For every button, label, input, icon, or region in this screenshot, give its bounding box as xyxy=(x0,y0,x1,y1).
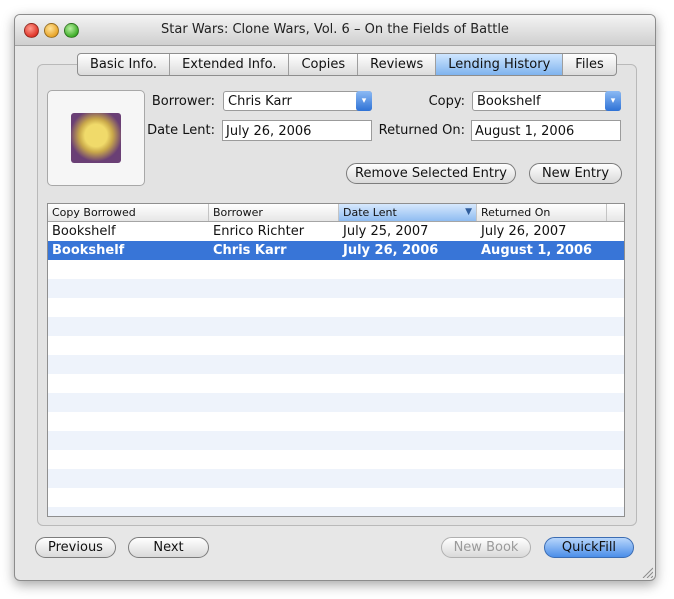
empty-row xyxy=(48,412,624,431)
cell-copy-borrowed: Bookshelf xyxy=(52,243,125,258)
table-header: Copy Borrowed Borrower Date Lent ▼ Retur… xyxy=(48,204,624,222)
previous-button[interactable]: Previous xyxy=(35,537,116,558)
date-lent-label: Date Lent: xyxy=(147,123,215,138)
tab-lending-history[interactable]: Lending History xyxy=(435,54,563,75)
resize-grip-icon[interactable] xyxy=(641,566,653,578)
cell-date-lent: July 26, 2006 xyxy=(343,243,439,258)
borrower-value: Chris Karr xyxy=(228,94,292,109)
empty-row xyxy=(48,298,624,317)
tab-reviews[interactable]: Reviews xyxy=(357,54,435,75)
lending-history-table[interactable]: Copy Borrowed Borrower Date Lent ▼ Retur… xyxy=(47,203,625,517)
quickfill-button[interactable]: QuickFill xyxy=(544,537,634,558)
borrower-popup[interactable]: Chris Karr ▾ xyxy=(223,91,372,111)
empty-row xyxy=(48,431,624,450)
column-header-copy-borrowed[interactable]: Copy Borrowed xyxy=(48,204,209,221)
popup-arrow-icon: ▾ xyxy=(356,91,372,111)
date-lent-field[interactable]: July 26, 2006 xyxy=(222,120,372,141)
column-header-filler xyxy=(607,204,624,221)
cell-date-lent: July 25, 2007 xyxy=(343,224,429,239)
empty-row xyxy=(48,374,624,393)
empty-row xyxy=(48,317,624,336)
returned-on-field[interactable]: August 1, 2006 xyxy=(471,120,621,141)
new-book-button[interactable]: New Book xyxy=(441,537,531,558)
cover-image xyxy=(71,113,121,163)
copy-popup[interactable]: Bookshelf ▾ xyxy=(472,91,621,111)
tab-files[interactable]: Files xyxy=(562,54,616,75)
tab-copies[interactable]: Copies xyxy=(288,54,357,75)
next-button[interactable]: Next xyxy=(128,537,209,558)
new-entry-button[interactable]: New Entry xyxy=(529,163,622,184)
empty-row xyxy=(48,336,624,355)
column-header-borrower[interactable]: Borrower xyxy=(209,204,339,221)
cell-borrower: Enrico Richter xyxy=(213,224,305,239)
table-body: Bookshelf Enrico Richter July 25, 2007 J… xyxy=(48,222,624,516)
table-row[interactable]: Bookshelf Enrico Richter July 25, 2007 J… xyxy=(48,222,624,241)
cover-image-well[interactable] xyxy=(47,90,145,186)
column-header-date-lent-label: Date Lent xyxy=(343,206,397,219)
tab-bar: Basic Info. Extended Info. Copies Review… xyxy=(77,53,617,76)
title-bar[interactable]: Star Wars: Clone Wars, Vol. 6 – On the F… xyxy=(15,15,655,46)
empty-row xyxy=(48,450,624,469)
column-header-date-lent[interactable]: Date Lent ▼ xyxy=(339,204,477,221)
returned-on-label: Returned On: xyxy=(378,123,465,138)
cell-returned-on: August 1, 2006 xyxy=(481,243,593,258)
cell-copy-borrowed: Bookshelf xyxy=(52,224,116,239)
table-row-selected[interactable]: Bookshelf Chris Karr July 26, 2006 Augus… xyxy=(48,241,624,260)
main-window: Star Wars: Clone Wars, Vol. 6 – On the F… xyxy=(14,14,656,581)
empty-row xyxy=(48,355,624,374)
popup-arrow-icon: ▾ xyxy=(605,91,621,111)
empty-row xyxy=(48,279,624,298)
sort-descending-icon: ▼ xyxy=(465,207,472,217)
empty-row xyxy=(48,393,624,412)
empty-row xyxy=(48,260,624,279)
empty-row xyxy=(48,507,624,516)
cell-borrower: Chris Karr xyxy=(213,243,287,258)
copy-label: Copy: xyxy=(428,94,465,109)
tab-extended-info[interactable]: Extended Info. xyxy=(169,54,288,75)
window-title: Star Wars: Clone Wars, Vol. 6 – On the F… xyxy=(161,22,509,37)
borrower-label: Borrower: xyxy=(151,94,215,109)
cell-returned-on: July 26, 2007 xyxy=(481,224,567,239)
column-header-returned-on[interactable]: Returned On xyxy=(477,204,607,221)
empty-row xyxy=(48,488,624,507)
empty-row xyxy=(48,469,624,488)
remove-selected-entry-button[interactable]: Remove Selected Entry xyxy=(346,163,516,184)
copy-value: Bookshelf xyxy=(477,94,541,109)
tab-basic-info[interactable]: Basic Info. xyxy=(78,54,169,75)
